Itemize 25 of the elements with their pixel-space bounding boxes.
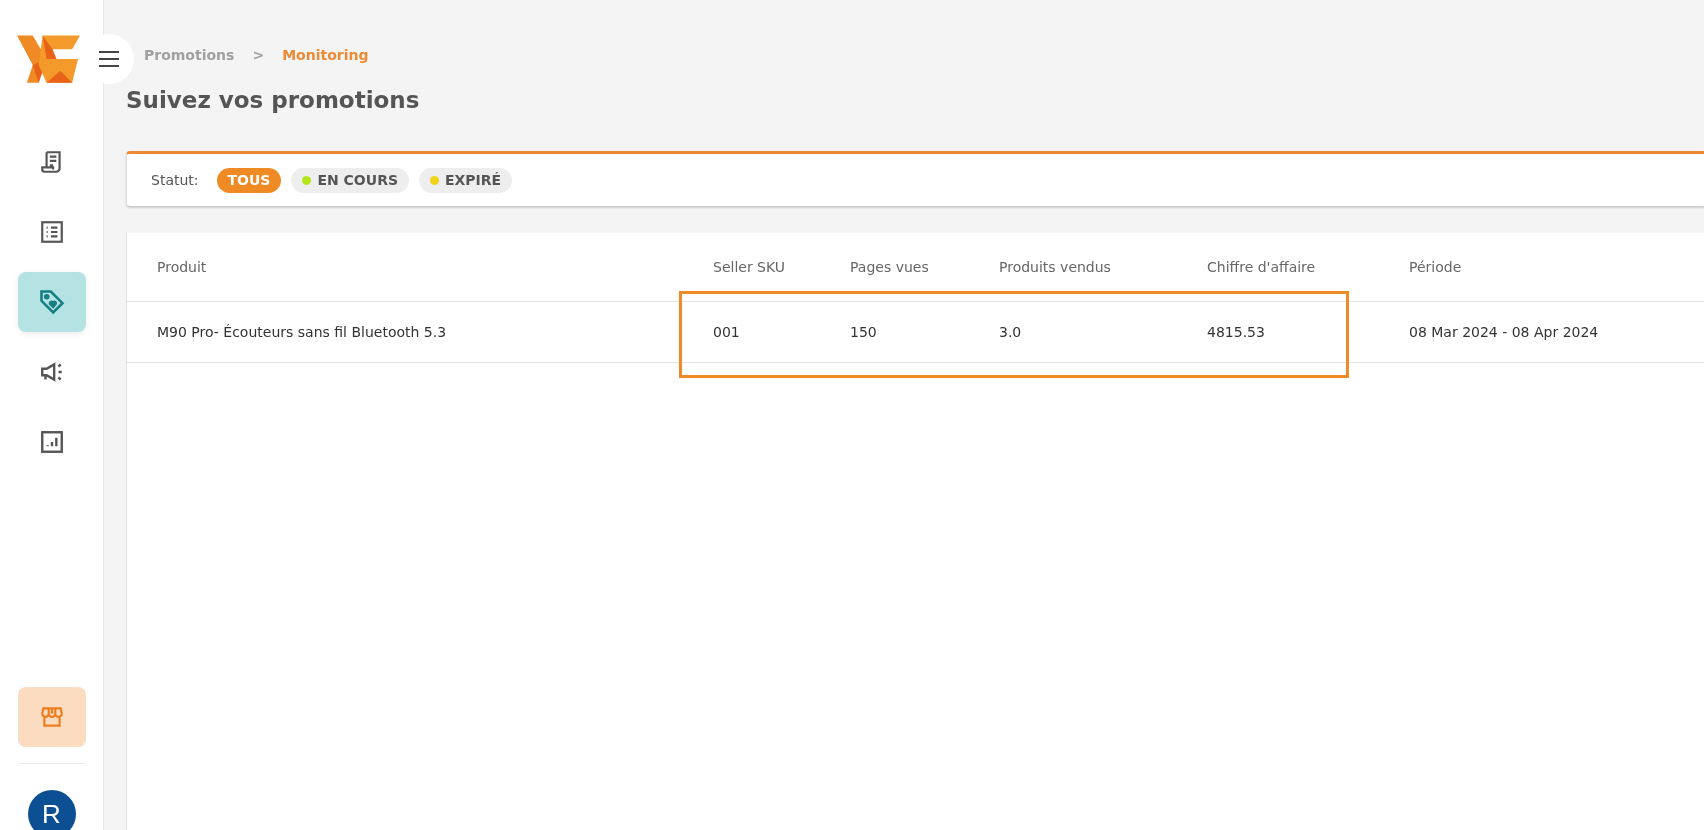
column-header: Seller SKU (713, 259, 787, 275)
page-title: Suivez vos promotions (126, 87, 421, 113)
column-header: Chiffre d'affaire (1207, 259, 1317, 275)
logo-icon (17, 35, 80, 83)
chart-icon (38, 429, 65, 455)
table-cell-text: 150 (850, 324, 878, 340)
list-icon (38, 219, 65, 245)
column-header: Pages vues (850, 259, 930, 275)
column-header: Produit (157, 259, 208, 275)
table-cell-text: M90 Pro- Écouteurs sans fil Bluetooth 5.3 (157, 324, 448, 340)
store-button[interactable] (17, 687, 86, 747)
nav-item[interactable] (17, 272, 86, 332)
table-cell-text: 08 Mar 2024 - 08 Apr 2024 (1409, 324, 1600, 340)
table-cell-text: 3.0 (999, 324, 1023, 340)
tag-icon (37, 288, 66, 316)
table-cell-text: 001 (713, 324, 741, 340)
status-chip[interactable]: EN COURS (291, 167, 409, 193)
column-header: Produits vendus (999, 259, 1112, 275)
status-chip[interactable]: EXPIRÉ (419, 167, 513, 193)
breadcrumb-separator: > (252, 47, 265, 63)
table-cell-text: 4815.53 (1207, 324, 1266, 340)
avatar[interactable]: R (27, 790, 76, 830)
store-icon (38, 704, 65, 730)
column-header: Période (1409, 259, 1463, 275)
status-label: Statut: (151, 172, 199, 188)
